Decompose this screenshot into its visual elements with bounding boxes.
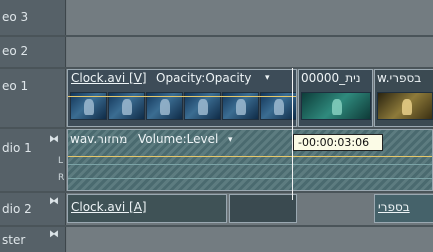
track-name-video1: eo 1 (2, 79, 29, 93)
track-name-audio2: dio 2 (2, 202, 32, 216)
keyframe-toggle-icon[interactable]: ⧓ (49, 134, 62, 145)
track-master: ster ⧓ (0, 227, 433, 252)
timecode-tooltip: -00:00:03:06 (293, 134, 383, 151)
dropdown-arrow-icon[interactable]: ▾ (228, 135, 233, 145)
track-name-video3: eo 3 (2, 10, 29, 24)
clip-effect-label[interactable]: Opacity:Opacity (156, 71, 251, 85)
clip-thumbnail (377, 92, 433, 120)
track-name-audio1: dio 1 (2, 141, 32, 155)
track-lane-video2[interactable] (67, 37, 433, 67)
clip-scene[interactable]: 00000_נית (298, 69, 373, 127)
track-audio2: dio 2 ⧓ Clock.avi [A] בספרי (0, 193, 433, 225)
track-name-master: ster (2, 233, 26, 247)
clip-audio-segment[interactable] (229, 194, 297, 223)
keyframe-toggle-icon[interactable]: ⧓ (49, 196, 62, 207)
channel-right-label: R (58, 173, 65, 183)
clip-books-audio[interactable]: בספרי (374, 194, 433, 223)
dropdown-arrow-icon[interactable]: ▾ (265, 73, 270, 83)
clip-effect-label[interactable]: Volume:Level (138, 132, 218, 146)
track-header-master[interactable]: ster ⧓ (0, 227, 66, 252)
track-header-video1[interactable]: eo 1 (0, 69, 66, 127)
clip-title: w.בספרי (377, 71, 422, 85)
timeline-panel: eo 3 eo 2 eo 1 Clock.avi [V] Opacity:Opa… (0, 0, 433, 252)
channel-left-label: L (58, 156, 64, 166)
track-lane-video3[interactable] (67, 0, 433, 35)
track-header-audio2[interactable]: dio 2 ⧓ (0, 193, 66, 225)
volume-rubberband[interactable] (68, 156, 432, 157)
track-lane-master[interactable] (67, 227, 433, 252)
waveform-right (68, 178, 432, 179)
clip-books[interactable]: w.בספרי (374, 69, 433, 127)
clip-clock-audio[interactable]: Clock.avi [A] (67, 194, 227, 223)
track-header-audio1[interactable]: dio 1 ⧓ L R (0, 129, 66, 191)
clip-clock-video[interactable]: Clock.avi [V] Opacity:Opacity ▾ (67, 69, 297, 127)
clip-title: בספרי (378, 200, 410, 214)
clip-title: wav.מחזור (70, 132, 128, 146)
waveform-left (68, 164, 432, 165)
track-lane-video1[interactable]: Clock.avi [V] Opacity:Opacity ▾ 00000_ני… (67, 69, 433, 127)
track-header-video3[interactable]: eo 3 (0, 0, 66, 35)
clip-title: 00000_נית (301, 71, 361, 85)
track-video2: eo 2 (0, 37, 433, 67)
track-video1: eo 1 Clock.avi [V] Opacity:Opacity ▾ 000… (0, 69, 433, 127)
opacity-rubberband[interactable] (68, 96, 296, 97)
keyframe-toggle-icon[interactable]: ⧓ (49, 229, 62, 240)
track-header-video2[interactable]: eo 2 (0, 37, 66, 67)
track-video3: eo 3 (0, 0, 433, 35)
track-lane-audio2[interactable]: Clock.avi [A] בספרי (67, 193, 433, 225)
track-name-video2: eo 2 (2, 44, 29, 58)
clip-title: Clock.avi [V] (71, 71, 147, 85)
clip-thumbnail (301, 92, 371, 120)
clip-title: Clock.avi [A] (71, 200, 147, 214)
